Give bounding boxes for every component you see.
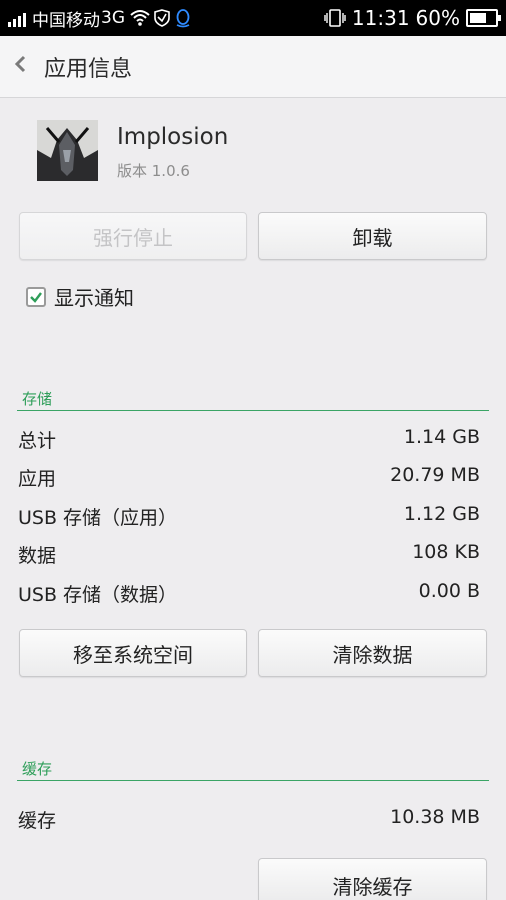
- storage-app-label: 应用: [18, 468, 57, 490]
- storage-data-value: 108 KB: [412, 541, 480, 563]
- network-type: 3G: [101, 8, 125, 28]
- app-version: 版本 1.0.6: [117, 162, 190, 180]
- storage-total-value: 1.14 GB: [403, 426, 480, 448]
- shield-icon: [154, 9, 170, 27]
- qq-icon: [176, 9, 190, 28]
- battery-percentage: 60%: [415, 6, 460, 30]
- storage-total-label: 总计: [18, 430, 57, 452]
- battery-icon: [466, 9, 501, 27]
- page-title: 应用信息: [44, 56, 133, 82]
- checkbox[interactable]: [26, 286, 46, 307]
- app-name: Implosion: [117, 124, 229, 150]
- storage-divider: [17, 410, 489, 411]
- wifi-icon: [130, 10, 150, 26]
- storage-data-label: 数据: [18, 545, 57, 567]
- storage-usb-data-label: USB 存储（数据）: [18, 584, 178, 606]
- cache-section-title: 缓存: [22, 760, 53, 778]
- chevron-left-icon[interactable]: [14, 54, 30, 79]
- cache-divider: [17, 780, 489, 781]
- carrier-name: 中国移动: [32, 10, 100, 31]
- clear-cache-button[interactable]: 清除缓存: [258, 858, 487, 900]
- storage-app-value: 20.79 MB: [390, 464, 480, 486]
- show-notifications-label: 显示通知: [54, 286, 134, 310]
- show-notifications-toggle[interactable]: 显示通知: [26, 282, 134, 311]
- storage-section-title: 存储: [22, 390, 53, 408]
- signal-strength-icon: [8, 9, 26, 27]
- cache-value: 10.38 MB: [390, 806, 480, 828]
- clear-data-button[interactable]: 清除数据: [258, 629, 487, 677]
- uninstall-button[interactable]: 卸载: [258, 212, 487, 260]
- force-stop-button[interactable]: 强行停止: [19, 212, 247, 260]
- vibrate-icon: [324, 9, 346, 27]
- storage-usb-app-value: 1.12 GB: [403, 503, 480, 525]
- storage-usb-data-value: 0.00 B: [418, 580, 480, 602]
- cache-label: 缓存: [18, 810, 57, 832]
- move-to-system-button[interactable]: 移至系统空间: [19, 629, 247, 677]
- app-icon: [37, 120, 98, 181]
- status-bar: 中国移动 3G 11:31 60%: [0, 0, 506, 36]
- clock: 11:31: [351, 6, 410, 30]
- app-bar: 应用信息: [0, 36, 506, 98]
- storage-usb-app-label: USB 存储（应用）: [18, 507, 178, 529]
